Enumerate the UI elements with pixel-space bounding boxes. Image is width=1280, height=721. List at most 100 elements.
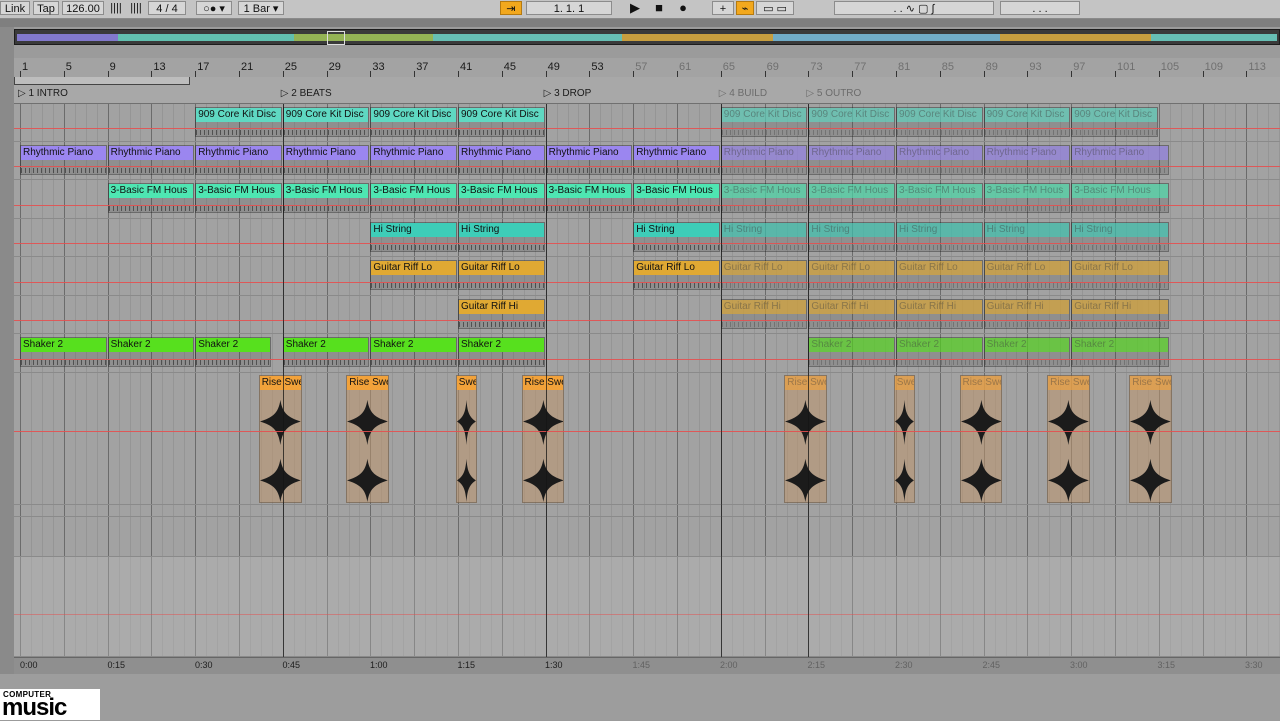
track-lane[interactable] bbox=[14, 505, 1280, 517]
arrangement-clip[interactable]: 909 Core Kit Disc bbox=[896, 107, 983, 137]
arrangement-clip[interactable]: Shaker 2 bbox=[808, 337, 895, 367]
arrangement-clip[interactable]: Rhythmic Piano bbox=[20, 145, 107, 175]
track-lane[interactable]: Shaker 2 Shaker 2 Shaker 2 Shaker 2 Shaker 2… bbox=[14, 334, 1280, 373]
arrangement-clip[interactable]: Guitar Riff Lo bbox=[896, 260, 983, 290]
arrangement-clip[interactable]: Guitar Riff Hi bbox=[896, 299, 983, 329]
arrangement-clip[interactable]: 909 Core Kit Disc bbox=[720, 107, 808, 137]
arrangement-clip[interactable]: Shaker 2 bbox=[458, 337, 545, 367]
track-lane[interactable] bbox=[14, 517, 1280, 557]
arrangement-clip[interactable]: Hi String bbox=[1071, 222, 1169, 252]
nudge-down-icon[interactable]: |||| bbox=[107, 1, 125, 15]
arrangement-clip[interactable]: Rise Swe bbox=[1047, 375, 1090, 503]
arrangement-clip[interactable]: Rise Swe bbox=[784, 375, 828, 503]
arrangement-clip[interactable]: Rhythmic Piano bbox=[195, 145, 282, 175]
arrangement-clip[interactable]: Rhythmic Piano bbox=[458, 145, 545, 175]
arrangement-clip[interactable]: Hi String bbox=[720, 222, 808, 252]
arrangement-clip[interactable]: Guitar Riff Lo bbox=[808, 260, 895, 290]
track-lane[interactable]: Guitar Riff Lo Guitar Riff Lo Guitar Riff … bbox=[14, 257, 1280, 296]
arrangement-clip[interactable]: 3-Basic FM Hous bbox=[1071, 183, 1169, 213]
arrangement-clip[interactable]: Hi String bbox=[983, 222, 1071, 252]
arrangement-clip[interactable]: Rise Swe bbox=[959, 375, 1003, 503]
follow-icon[interactable]: ⇥ bbox=[500, 1, 522, 15]
overdub-icon[interactable]: + bbox=[712, 1, 734, 15]
overview-view-box[interactable] bbox=[327, 31, 345, 45]
locator-1[interactable]: ▷ 1 INTRO bbox=[18, 88, 68, 99]
automation-arm-icon[interactable]: ⌁ bbox=[736, 1, 754, 15]
track-lane[interactable]: Rhythmic Piano Rhythmic Piano Rhythmic Pia… bbox=[14, 142, 1280, 180]
arrangement-clip[interactable]: Guitar Riff Hi bbox=[1071, 299, 1169, 329]
arrangement-clip[interactable]: 909 Core Kit Disc bbox=[370, 107, 457, 137]
track-lane[interactable]: Guitar Riff Hi Guitar Riff Hi Guitar Riff … bbox=[14, 296, 1280, 334]
loop-section[interactable]: . . ∿ ▢ ∫ bbox=[834, 1, 994, 15]
arrangement-overview[interactable] bbox=[14, 29, 1280, 45]
arrangement-clip[interactable]: Rhythmic Piano bbox=[282, 145, 370, 175]
arrangement-clip[interactable]: Swe bbox=[893, 375, 915, 503]
arrangement-clip[interactable]: 3-Basic FM Hous bbox=[808, 183, 895, 213]
arrangement-clip[interactable]: 909 Core Kit Disc bbox=[458, 107, 545, 137]
arrangement-clip[interactable]: 3-Basic FM Hous bbox=[896, 183, 983, 213]
arrangement-clip[interactable]: Rhythmic Piano bbox=[720, 145, 808, 175]
arrangement-clip[interactable]: Shaker 2 bbox=[20, 337, 107, 367]
arrangement-clip[interactable]: Rise Swe bbox=[258, 375, 302, 503]
arrangement-clip[interactable]: Rhythmic Piano bbox=[808, 145, 895, 175]
arrangement-clip[interactable]: 909 Core Kit Disc bbox=[282, 107, 370, 137]
arrangement-clip[interactable]: Swe bbox=[455, 375, 477, 503]
arrangement-clip[interactable]: Rhythmic Piano bbox=[633, 145, 720, 175]
arrangement-position-field[interactable]: 1. 1. 1 bbox=[526, 1, 612, 15]
arrangement-clip[interactable]: 3-Basic FM Hous bbox=[458, 183, 545, 213]
arrangement-clip[interactable]: Guitar Riff Hi bbox=[720, 299, 808, 329]
arrangement-clip[interactable]: Shaker 2 bbox=[107, 337, 195, 367]
track-lane[interactable]: Hi String Hi String Hi String Hi String Hi S… bbox=[14, 219, 1280, 257]
arrangement-clip[interactable]: 3-Basic FM Hous bbox=[370, 183, 457, 213]
metronome-icon[interactable]: ○● ▾ bbox=[196, 1, 232, 15]
arrangement-clip[interactable]: 3-Basic FM Hous bbox=[983, 183, 1071, 213]
automation-envelope[interactable] bbox=[14, 320, 1280, 321]
arrangement-clip[interactable]: 3-Basic FM Hous bbox=[282, 183, 370, 213]
nudge-up-icon[interactable]: |||| bbox=[127, 1, 145, 15]
track-lane[interactable]: Rise Swe Rise Swe Swe Rise Swe Rise Swe Swe Ri… bbox=[14, 373, 1280, 505]
arrangement-clip[interactable]: Shaker 2 bbox=[896, 337, 983, 367]
automation-envelope[interactable] bbox=[14, 282, 1280, 283]
arrangement-clip[interactable]: Guitar Riff Lo bbox=[370, 260, 457, 290]
arrangement-clip[interactable]: Guitar Riff Lo bbox=[458, 260, 545, 290]
automation-envelope[interactable] bbox=[14, 359, 1280, 360]
locator-lane[interactable]: ▷ 1 INTRO ▷ 2 BEATS ▷ 3 DROP ▷ 4 BUILD ▷ 5 O… bbox=[14, 77, 1280, 104]
automation-envelope[interactable] bbox=[14, 614, 1280, 615]
arrangement-clip[interactable]: Guitar Riff Hi bbox=[808, 299, 895, 329]
automation-envelope[interactable] bbox=[14, 205, 1280, 206]
track-lane[interactable] bbox=[14, 557, 1280, 657]
arrangement-clip[interactable]: Guitar Riff Lo bbox=[983, 260, 1071, 290]
record-icon[interactable]: ● bbox=[674, 1, 692, 15]
tempo-field[interactable]: 126.00 bbox=[62, 1, 104, 15]
arrangement-clip[interactable]: Hi String bbox=[896, 222, 983, 252]
automation-envelope[interactable] bbox=[14, 128, 1280, 129]
stop-icon[interactable]: ■ bbox=[650, 1, 668, 15]
arrangement-clip[interactable]: Shaker 2 bbox=[983, 337, 1071, 367]
arrangement-clip[interactable]: Hi String bbox=[633, 222, 720, 252]
arrangement-clip[interactable]: Guitar Riff Lo bbox=[633, 260, 720, 290]
arrangement-clip[interactable]: Rhythmic Piano bbox=[370, 145, 457, 175]
arrangement-clip[interactable]: Guitar Riff Hi bbox=[458, 299, 545, 329]
track-lane[interactable]: 3-Basic FM Hous 3-Basic FM Hous 3-Basic FM… bbox=[14, 180, 1280, 219]
arrangement-clip[interactable]: Rhythmic Piano bbox=[896, 145, 983, 175]
arrangement-clip[interactable]: 909 Core Kit Disc bbox=[195, 107, 282, 137]
beat-time-ruler[interactable]: 1 5 9 13 17 21 25 29 33 37 41 45 49 53 57 61 65 69 73 77 81 8… bbox=[14, 58, 1280, 78]
arrangement-clip[interactable]: Rise Swe bbox=[1129, 375, 1173, 503]
arrangement-clip[interactable]: Guitar Riff Lo bbox=[720, 260, 808, 290]
arrangement-clip[interactable]: Shaker 2 bbox=[195, 337, 271, 367]
tap-tempo-button[interactable]: Tap bbox=[33, 1, 59, 15]
automation-envelope[interactable] bbox=[14, 243, 1280, 244]
arrangement-clip[interactable]: 3-Basic FM Hous bbox=[633, 183, 720, 213]
locator-5[interactable]: ▷ 5 OUTRO bbox=[806, 88, 861, 99]
arrangement-clip[interactable]: Rhythmic Piano bbox=[545, 145, 633, 175]
locator-2[interactable]: ▷ 2 BEATS bbox=[281, 88, 332, 99]
time-signature-field[interactable]: 4 / 4 bbox=[148, 1, 186, 15]
automation-envelope[interactable] bbox=[14, 166, 1280, 167]
arrangement-clip[interactable]: 909 Core Kit Disc bbox=[1071, 107, 1158, 137]
loop-brace[interactable] bbox=[14, 77, 190, 85]
arrangement-clip[interactable]: 909 Core Kit Disc bbox=[983, 107, 1071, 137]
arrangement-clip[interactable]: 3-Basic FM Hous bbox=[107, 183, 195, 213]
arrangement-clip[interactable]: Hi String bbox=[458, 222, 545, 252]
capture-icon[interactable]: ▭ ▭ bbox=[756, 1, 794, 15]
time-ruler[interactable]: 0:00 0:15 0:30 0:45 1:00 1:15 1:30 1:45 2:00 2:15… bbox=[14, 657, 1280, 674]
